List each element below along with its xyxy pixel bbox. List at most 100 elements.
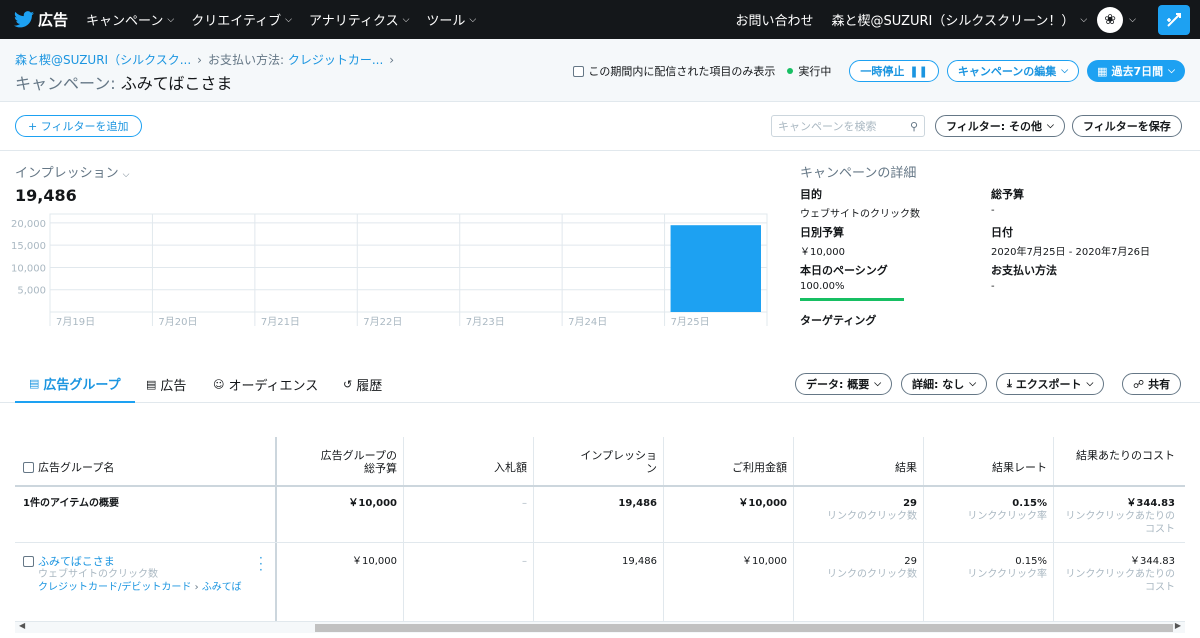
chevron-right-icon: ›: [197, 53, 202, 67]
horizontal-scrollbar[interactable]: ◀ ▶: [15, 621, 1185, 633]
summary-rate-cell: 0.15% リンククリック率: [935, 497, 1047, 523]
detail-payment-value: -: [991, 281, 995, 292]
detail-daily-key: 日別予算: [800, 226, 844, 239]
metric-selector[interactable]: インプレッション ⌵: [15, 162, 129, 181]
help-link[interactable]: お問い合わせ: [736, 10, 814, 29]
col-results[interactable]: 結果: [825, 461, 917, 474]
row-results-cell: 29 リンクのクリック数: [805, 555, 917, 581]
detail-targeting-key: ターゲティング: [800, 314, 877, 327]
nav-analytics[interactable]: アナリティクス ⌵: [309, 10, 409, 29]
page-title-label: キャンペーン:: [15, 74, 116, 93]
tab-ad-groups-label: 広告グループ: [43, 377, 121, 393]
chevron-down-icon: ⌵: [874, 379, 882, 389]
detail-daily-value: ￥10,000: [800, 247, 845, 258]
ads-icon: ▤: [146, 377, 157, 391]
nav-creatives[interactable]: クリエイティブ ⌵: [191, 10, 292, 29]
breakdown-button[interactable]: 詳細: なし ⌵: [901, 373, 988, 395]
scroll-left-icon[interactable]: ◀: [19, 621, 25, 630]
chevron-down-icon[interactable]: ⌵: [1080, 15, 1087, 25]
detail-pacing-key: 本日のペーシング: [800, 264, 888, 277]
row-checkbox[interactable]: [23, 556, 34, 567]
row-name-cell: ふみてばこさま ウェブサイトのクリック数 クレジットカード/デビットカード › …: [23, 555, 263, 594]
summary-impressions: 19,486: [618, 498, 657, 509]
share-button[interactable]: ☍ 共有: [1122, 373, 1182, 395]
select-all-checkbox[interactable]: [23, 462, 34, 473]
table-row: ふみてばこさま ウェブサイトのクリック数 クレジットカード/デビットカード › …: [15, 543, 1185, 623]
chevron-down-icon: ⌵: [1061, 66, 1069, 76]
data-view-button[interactable]: データ: 概要 ⌵: [795, 373, 893, 395]
export-label: エクスポート: [1015, 378, 1082, 391]
period-only-checkbox[interactable]: この期間内に配信された項目のみ表示: [573, 63, 775, 79]
tab-ads-label: 広告: [160, 378, 187, 394]
account-switcher[interactable]: 森と楔@SUZURI（シルクスクリーン！）: [832, 10, 1075, 29]
x-tick-label: 7月24日: [568, 316, 607, 328]
pause-button[interactable]: 一時停止 ❚❚: [849, 60, 939, 82]
twitter-bird-icon: [14, 11, 34, 28]
share-label: 共有: [1148, 378, 1171, 391]
period-only-label: この期間内に配信された項目のみ表示: [588, 65, 776, 78]
breadcrumb-account[interactable]: 森と楔@SUZURI（シルクスク...: [15, 53, 191, 67]
filter-other-button[interactable]: フィルター: その他 ⌵: [935, 115, 1065, 137]
save-filter-button[interactable]: フィルターを保存: [1072, 115, 1182, 137]
detail-date-value: 2020年7月25日 - 2020年7月26日: [991, 247, 1151, 258]
col-cost-per-result[interactable]: 結果あたりのコスト: [1061, 449, 1175, 462]
search-icon: ⚲: [909, 119, 918, 133]
tab-ads[interactable]: ▤ 広告: [146, 365, 186, 403]
chevron-right-icon: ›: [194, 582, 199, 593]
filter-bar: + フィルターを追加 キャンペーンを検索 ⚲ フィルター: その他 ⌵ フィルターを…: [0, 103, 1200, 151]
y-tick-label: 5,000: [17, 286, 46, 297]
breakdown-label: 詳細: なし: [912, 378, 965, 391]
compose-button[interactable]: [1158, 4, 1190, 35]
scroll-right-icon[interactable]: ▶: [1175, 621, 1181, 630]
col-budget[interactable]: 広告グループの総予算: [315, 449, 397, 475]
row-results-sub: リンクのクリック数: [827, 569, 917, 580]
col-spend[interactable]: ご利用金額: [695, 461, 787, 474]
page-title: キャンペーン: ふみてばこさま: [15, 70, 232, 94]
breadcrumb-payment-label: お支払い方法:: [207, 53, 285, 67]
checkbox[interactable]: [573, 65, 585, 77]
pause-label: 一時停止: [860, 65, 905, 78]
tab-ad-groups[interactable]: ▤ 広告グループ: [15, 365, 135, 403]
row-objective: ウェブサイトのクリック数: [38, 569, 158, 580]
summary-rate-sub: リンククリック率: [967, 511, 1047, 522]
export-button[interactable]: ⤓ エクスポート ⌵: [996, 373, 1105, 395]
filter-other-label: フィルター: その他: [946, 120, 1043, 133]
nav-tools[interactable]: ツール ⌵: [426, 10, 476, 29]
edit-campaign-button[interactable]: キャンペーンの編集 ⌵: [946, 60, 1080, 82]
row-name-link[interactable]: ふみてばこさま: [38, 555, 115, 568]
row-payment-link[interactable]: クレジットカード/デビットカード: [38, 582, 191, 593]
row-crumb-link[interactable]: ふみてば: [202, 582, 242, 593]
chevron-down-icon: ⌵: [1047, 121, 1054, 131]
tab-history[interactable]: ↺ 履歴: [343, 365, 382, 403]
col-result-rate[interactable]: 結果レート: [955, 461, 1047, 474]
row-rate: 0.15%: [1015, 556, 1047, 567]
x-tick-label: 7月25日: [671, 316, 710, 328]
tab-audience-label: オーディエンス: [228, 378, 319, 394]
col-bid[interactable]: 入札額: [435, 461, 527, 474]
col-impressions[interactable]: インプレッション: [575, 449, 657, 475]
impressions-chart: 20,000 15,000 10,000 5,000 7月19日 7月20日 7月21日 7月…: [11, 213, 768, 328]
nav-campaigns[interactable]: キャンペーン ⌵: [86, 10, 174, 29]
summary-budget: ￥10,000: [348, 498, 397, 509]
breadcrumb-payment[interactable]: クレジットカー...: [288, 53, 383, 67]
scrollbar-thumb[interactable]: [315, 624, 1173, 632]
chevron-down-icon: ⌵: [469, 14, 477, 25]
detail-objective-value: ウェブサイトのクリック数: [800, 209, 920, 220]
search-input[interactable]: キャンペーンを検索 ⚲: [771, 115, 925, 137]
chevron-down-icon[interactable]: ⌵: [1129, 15, 1136, 25]
col-name[interactable]: 広告グループ名: [23, 461, 114, 474]
calendar-icon: ▦: [1097, 64, 1108, 78]
compose-icon: [1167, 12, 1181, 27]
summary-spend: ￥10,000: [738, 498, 787, 509]
detail-pacing-value: 100.00%: [800, 281, 845, 292]
detail-pacing: 本日のペーシング 100.00%: [800, 262, 904, 301]
date-range-button[interactable]: ▦ 過去7日間 ⌵: [1087, 60, 1185, 82]
brand[interactable]: 広告: [14, 9, 68, 30]
tab-audience[interactable]: ☺ オーディエンス: [213, 365, 318, 403]
download-icon: ⤓: [1007, 377, 1012, 390]
more-options-icon[interactable]: · · ·: [259, 552, 263, 576]
avatar[interactable]: ❀: [1097, 6, 1124, 33]
detail-targeting[interactable]: ターゲティング: [800, 312, 876, 331]
campaign-details-title: キャンペーンの詳細: [800, 166, 917, 181]
add-filter-button[interactable]: + フィルターを追加: [15, 115, 142, 137]
